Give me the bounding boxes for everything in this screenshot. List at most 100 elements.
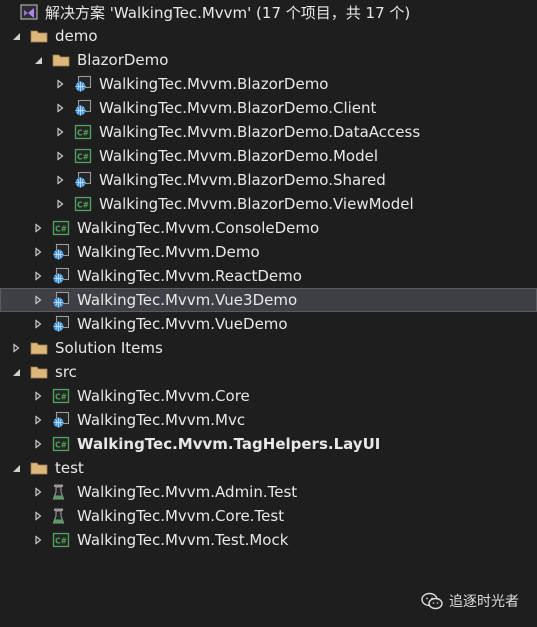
tree-item-label: demo: [55, 27, 98, 45]
folder-icon: [30, 27, 48, 45]
tree-item-walkingtec-mvvm-blazordemo-shared[interactable]: WalkingTec.Mvvm.BlazorDemo.Shared: [0, 168, 537, 192]
tree-item-walkingtec-mvvm-reactdemo[interactable]: WalkingTec.Mvvm.ReactDemo: [0, 264, 537, 288]
tree-item-solution-items[interactable]: Solution Items: [0, 336, 537, 360]
solution-row[interactable]: 解决方案 'WalkingTec.Mvvm' (17 个项目，共 17 个): [0, 0, 537, 24]
collapsed-arrow-icon[interactable]: [30, 288, 46, 312]
watermark-text: 追逐时光者: [449, 594, 519, 610]
collapsed-arrow-icon[interactable]: [30, 504, 46, 528]
collapsed-arrow-icon[interactable]: [30, 216, 46, 240]
web-project-icon: [52, 267, 70, 285]
collapsed-arrow-icon[interactable]: [30, 528, 46, 552]
tree-item-label: WalkingTec.Mvvm.BlazorDemo.Client: [99, 99, 377, 117]
svg-text:C#: C#: [55, 537, 67, 546]
csharp-project-icon: C#: [74, 147, 92, 165]
solution-title: 解决方案 'WalkingTec.Mvvm' (17 个项目，共 17 个): [45, 3, 411, 22]
web-project-icon: [74, 99, 92, 117]
svg-text:C#: C#: [55, 393, 67, 402]
collapsed-arrow-icon[interactable]: [52, 168, 68, 192]
tree-item-walkingtec-mvvm-consoledemo[interactable]: C# WalkingTec.Mvvm.ConsoleDemo: [0, 216, 537, 240]
tree-item-label: WalkingTec.Mvvm.Demo: [77, 243, 260, 261]
tree-item-walkingtec-mvvm-blazordemo-model[interactable]: C# WalkingTec.Mvvm.BlazorDemo.Model: [0, 144, 537, 168]
tree-item-label: WalkingTec.Mvvm.VueDemo: [77, 315, 288, 333]
csharp-project-icon: C#: [52, 435, 70, 453]
tree-item-walkingtec-mvvm-test-mock[interactable]: C# WalkingTec.Mvvm.Test.Mock: [0, 528, 537, 552]
tree-item-walkingtec-mvvm-mvc[interactable]: WalkingTec.Mvvm.Mvc: [0, 408, 537, 432]
web-project-icon: [74, 171, 92, 189]
web-project-icon: [52, 243, 70, 261]
tree-item-label: WalkingTec.Mvvm.BlazorDemo.DataAccess: [99, 123, 421, 141]
tree-item-src[interactable]: src: [0, 360, 537, 384]
tree-item-label: test: [55, 459, 84, 477]
svg-text:C#: C#: [77, 153, 89, 162]
tree-item-walkingtec-mvvm-vuedemo[interactable]: WalkingTec.Mvvm.VueDemo: [0, 312, 537, 336]
tree-item-walkingtec-mvvm-blazordemo-dataaccess[interactable]: C# WalkingTec.Mvvm.BlazorDemo.DataAccess: [0, 120, 537, 144]
test-project-icon: [52, 507, 70, 525]
tree-item-blazordemo[interactable]: BlazorDemo: [0, 48, 537, 72]
csharp-project-icon: C#: [52, 387, 70, 405]
tree-item-label: WalkingTec.Mvvm.BlazorDemo: [99, 75, 329, 93]
tree-item-test[interactable]: test: [0, 456, 537, 480]
tree-item-label: WalkingTec.Mvvm.Admin.Test: [77, 483, 298, 501]
csharp-project-icon: C#: [52, 219, 70, 237]
expanded-arrow-icon[interactable]: [8, 360, 24, 384]
collapsed-arrow-icon[interactable]: [52, 96, 68, 120]
tree-item-walkingtec-mvvm-demo[interactable]: WalkingTec.Mvvm.Demo: [0, 240, 537, 264]
tree-item-walkingtec-mvvm-taghelpers-layui[interactable]: C# WalkingTec.Mvvm.TagHelpers.LayUI: [0, 432, 537, 456]
tree-item-label: WalkingTec.Mvvm.ReactDemo: [77, 267, 302, 285]
collapsed-arrow-icon[interactable]: [8, 336, 24, 360]
web-project-icon: [52, 291, 70, 309]
expanded-arrow-icon[interactable]: [8, 24, 24, 48]
folder-icon: [30, 363, 48, 381]
csharp-project-icon: C#: [52, 531, 70, 549]
tree-item-walkingtec-mvvm-vue3demo[interactable]: WalkingTec.Mvvm.Vue3Demo: [0, 288, 537, 312]
folder-icon: [30, 339, 48, 357]
collapsed-arrow-icon[interactable]: [30, 264, 46, 288]
svg-text:C#: C#: [55, 441, 67, 450]
folder-icon: [30, 459, 48, 477]
collapsed-arrow-icon[interactable]: [30, 240, 46, 264]
vs-solution-icon: [20, 3, 38, 21]
tree-item-label: WalkingTec.Mvvm.Test.Mock: [77, 531, 289, 549]
csharp-project-icon: C#: [74, 123, 92, 141]
tree-item-label: WalkingTec.Mvvm.Core.Test: [77, 507, 285, 525]
collapsed-arrow-icon[interactable]: [52, 120, 68, 144]
tree-item-walkingtec-mvvm-core-test[interactable]: WalkingTec.Mvvm.Core.Test: [0, 504, 537, 528]
collapsed-arrow-icon[interactable]: [30, 312, 46, 336]
folder-icon: [52, 51, 70, 69]
tree-item-label: WalkingTec.Mvvm.BlazorDemo.ViewModel: [99, 195, 414, 213]
tree-item-demo[interactable]: demo: [0, 24, 537, 48]
tree-item-label: WalkingTec.Mvvm.ConsoleDemo: [77, 219, 320, 237]
tree-item-walkingtec-mvvm-blazordemo[interactable]: WalkingTec.Mvvm.BlazorDemo: [0, 72, 537, 96]
tree-item-label: Solution Items: [55, 339, 163, 357]
svg-text:C#: C#: [77, 129, 89, 138]
tree-item-label: WalkingTec.Mvvm.Mvc: [77, 411, 246, 429]
tree-item-label: WalkingTec.Mvvm.Vue3Demo: [77, 291, 298, 309]
web-project-icon: [52, 411, 70, 429]
tree-item-walkingtec-mvvm-admin-test[interactable]: WalkingTec.Mvvm.Admin.Test: [0, 480, 537, 504]
tree-item-walkingtec-mvvm-blazordemo-viewmodel[interactable]: C# WalkingTec.Mvvm.BlazorDemo.ViewModel: [0, 192, 537, 216]
tree-item-label: WalkingTec.Mvvm.BlazorDemo.Shared: [99, 171, 386, 189]
tree-item-label: src: [55, 363, 77, 381]
collapsed-arrow-icon[interactable]: [52, 72, 68, 96]
tree-item-label: WalkingTec.Mvvm.Core: [77, 387, 250, 405]
test-project-icon: [52, 483, 70, 501]
collapsed-arrow-icon[interactable]: [30, 432, 46, 456]
svg-text:C#: C#: [77, 201, 89, 210]
web-project-icon: [52, 315, 70, 333]
collapsed-arrow-icon[interactable]: [30, 408, 46, 432]
solution-explorer-tree: 解决方案 'WalkingTec.Mvvm' (17 个项目，共 17 个) d…: [0, 0, 537, 552]
expanded-arrow-icon[interactable]: [8, 456, 24, 480]
web-project-icon: [74, 75, 92, 93]
tree-item-label: WalkingTec.Mvvm.TagHelpers.LayUI: [77, 435, 381, 453]
watermark: 追逐时光者: [421, 591, 519, 611]
wechat-icon: [421, 592, 443, 610]
collapsed-arrow-icon[interactable]: [52, 192, 68, 216]
collapsed-arrow-icon[interactable]: [52, 144, 68, 168]
collapsed-arrow-icon[interactable]: [30, 384, 46, 408]
tree-item-walkingtec-mvvm-core[interactable]: C# WalkingTec.Mvvm.Core: [0, 384, 537, 408]
tree-item-label: BlazorDemo: [77, 51, 169, 69]
svg-text:C#: C#: [55, 225, 67, 234]
collapsed-arrow-icon[interactable]: [30, 480, 46, 504]
expanded-arrow-icon[interactable]: [30, 48, 46, 72]
tree-item-walkingtec-mvvm-blazordemo-client[interactable]: WalkingTec.Mvvm.BlazorDemo.Client: [0, 96, 537, 120]
